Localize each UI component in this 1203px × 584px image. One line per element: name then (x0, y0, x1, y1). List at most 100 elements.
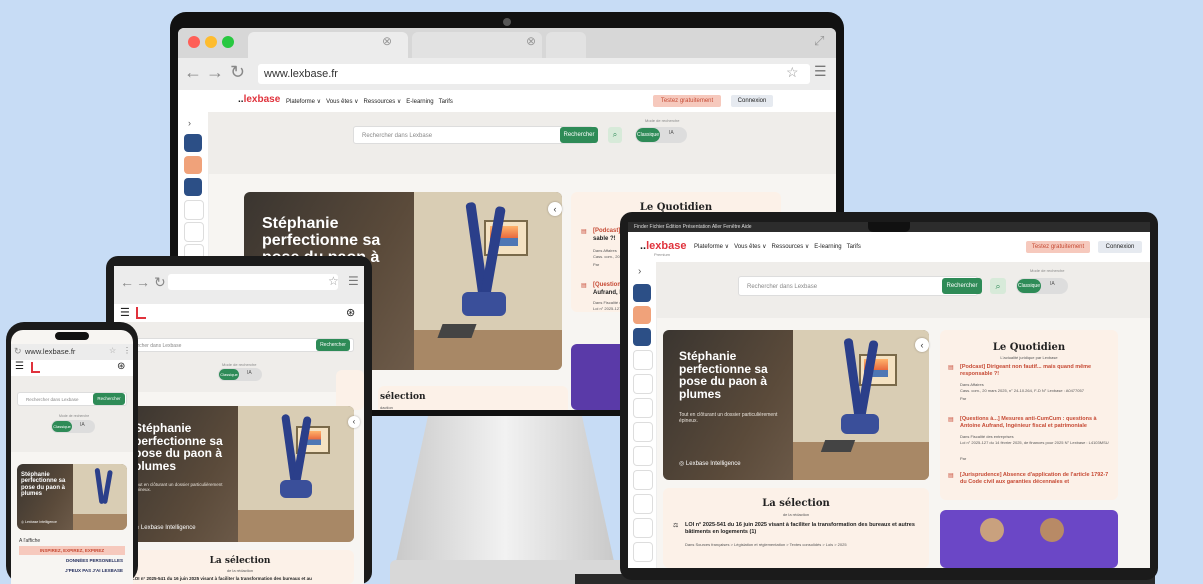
maximize-window-icon[interactable] (222, 36, 234, 48)
forward-arrow-icon[interactable]: → (136, 274, 150, 290)
book-icon[interactable] (184, 222, 204, 242)
lexbase-logo-icon[interactable] (31, 362, 40, 373)
nav-vous-etes[interactable]: Vous êtes ∨ (326, 99, 358, 105)
address-bar[interactable]: www.lexbase.fr (258, 64, 810, 84)
nav-ressources[interactable]: Ressources ∨ (364, 99, 402, 105)
bookmark-star-icon[interactable]: ☆ (328, 274, 339, 288)
menu-icon[interactable]: ☰ (814, 63, 827, 80)
mode-ia[interactable]: IA (1050, 281, 1055, 287)
scale-icon[interactable] (633, 542, 653, 562)
calculator-icon[interactable] (633, 470, 653, 490)
nav-ressources[interactable]: Ressources ∨ (772, 244, 810, 250)
nav-elearning[interactable]: E-learning (406, 99, 433, 105)
video-thumbnail[interactable] (940, 510, 1118, 568)
search-mode-toggle[interactable]: Classique IA (1016, 278, 1068, 294)
login-button[interactable]: Connexion (1098, 241, 1142, 253)
play-icon[interactable] (633, 518, 653, 538)
nav-vous-etes[interactable]: Vous êtes ∨ (734, 244, 766, 250)
document-icon[interactable] (633, 422, 653, 442)
quotidien-item-title-cont[interactable]: sable ?! (593, 236, 616, 242)
back-arrow-icon[interactable]: ← (184, 62, 202, 83)
fullscreen-icon[interactable]: ⤢ (814, 33, 824, 49)
user-icon[interactable]: ⊛ (117, 361, 125, 372)
address-bar[interactable] (168, 274, 338, 290)
login-button[interactable]: Connexion (731, 95, 773, 107)
lexbase-logo[interactable]: ..lexbase (640, 240, 687, 252)
nav-plateforme[interactable]: Plateforme ∨ (286, 99, 321, 105)
nav-tarifs[interactable]: Tarifs (847, 244, 861, 250)
jpeux-pas-link[interactable]: J'PEUX PAS J'AI LEXBASE (19, 568, 123, 573)
target-icon[interactable] (184, 134, 202, 152)
nav-tarifs[interactable]: Tarifs (439, 99, 453, 105)
nav-elearning[interactable]: E-learning (814, 244, 841, 250)
browser-tab[interactable] (412, 32, 542, 58)
inspirez-cta-button[interactable]: INSPIREZ, EXPIREZ, EXPIREZ (19, 546, 125, 555)
grid-icon[interactable] (633, 494, 653, 514)
selection-item-title[interactable]: LOI n° 2025-541 du 16 juin 2025 visant à… (132, 576, 350, 581)
back-arrow-icon[interactable]: ← (120, 274, 134, 290)
search-mode-toggle[interactable]: Classique IA (218, 368, 262, 381)
reload-icon[interactable]: ↻ (230, 62, 245, 83)
close-tab-icon[interactable]: ⊗ (526, 34, 536, 48)
hamburger-icon[interactable]: ☰ (120, 306, 130, 319)
close-window-icon[interactable] (188, 36, 200, 48)
search-button[interactable]: Rechercher (942, 278, 982, 294)
search-button[interactable]: Rechercher (316, 339, 350, 351)
close-tab-icon[interactable]: ⊗ (382, 34, 392, 48)
new-tab-button[interactable] (546, 32, 586, 58)
lexbase-logo[interactable]: ..lexbase (238, 94, 280, 105)
hero-banner[interactable]: Stéphanie perfectionne sa pose du paon à… (663, 330, 929, 480)
carousel-prev-button[interactable]: ‹ (548, 202, 562, 216)
bookmark-star-icon[interactable]: ☆ (109, 346, 116, 355)
target-icon[interactable] (633, 284, 651, 302)
address-bar[interactable]: www.lexbase.fr (25, 347, 75, 356)
menu-icon[interactable]: ☰ (348, 274, 359, 288)
bookmark-star-icon[interactable]: ☆ (786, 64, 799, 81)
user-icon[interactable]: ⊛ (346, 306, 355, 319)
magnifier-icon[interactable]: ⌕ (608, 127, 622, 143)
quotidien-item-title[interactable]: [Jurisprudence] Absence d'application de… (960, 472, 1110, 486)
mode-ia[interactable]: IA (247, 370, 252, 376)
mode-classique[interactable]: Classique (219, 369, 239, 380)
search-button[interactable]: Rechercher (560, 127, 598, 143)
book-icon[interactable] (633, 374, 653, 394)
pen-icon[interactable] (184, 200, 204, 220)
reload-icon[interactable]: ↻ (154, 274, 166, 291)
search-button[interactable]: Rechercher (93, 393, 125, 405)
magnifier-icon[interactable]: ⌕ (990, 278, 1006, 294)
search-input[interactable]: Rechercher dans Lexbase (353, 126, 593, 144)
forward-arrow-icon[interactable]: → (206, 62, 224, 83)
try-free-button[interactable]: Testez gratuitement (653, 95, 721, 107)
minimize-window-icon[interactable] (205, 36, 217, 48)
more-icon[interactable]: ⋮ (123, 346, 131, 355)
news-icon[interactable] (633, 398, 653, 418)
carousel-prev-button[interactable]: ‹ (348, 416, 360, 428)
selection-item-title[interactable]: LOI n° 2025-541 du 16 juin 2025 visant à… (685, 522, 921, 536)
pen-icon[interactable] (633, 446, 653, 466)
search-mode-toggle[interactable]: Classique IA (51, 420, 95, 433)
mode-ia[interactable]: IA (669, 130, 674, 136)
target-icon[interactable] (184, 156, 202, 174)
pen-icon[interactable] (633, 350, 653, 370)
carousel-prev-button[interactable]: ‹ (915, 338, 929, 352)
target-icon[interactable] (633, 306, 651, 324)
mode-ia[interactable]: IA (80, 422, 85, 428)
reload-icon[interactable]: ↻ (14, 346, 22, 357)
chevron-right-icon[interactable]: › (188, 118, 191, 128)
donnees-personnelles-link[interactable]: DONNÉES PERSONELLES (19, 558, 123, 563)
hero-banner[interactable]: Stéphanie perfectionne sa pose du paon à… (126, 406, 354, 542)
hamburger-icon[interactable]: ☰ (15, 361, 24, 372)
chevron-right-icon[interactable]: › (638, 266, 641, 277)
crop-icon[interactable] (184, 178, 202, 196)
quotidien-item-title[interactable]: [Questions à...] Mesures anti-CumCum : q… (960, 416, 1110, 430)
mode-classique[interactable]: Classique (636, 128, 660, 142)
nav-plateforme[interactable]: Plateforme ∨ (694, 244, 729, 250)
hero-banner[interactable]: Stéphanie perfectionne sa pose du paon à… (17, 464, 127, 530)
mode-classique[interactable]: Classique (1017, 279, 1041, 293)
lexbase-logo-icon[interactable] (136, 307, 146, 319)
try-free-button[interactable]: Testez gratuitement (1026, 241, 1090, 253)
quotidien-item-title[interactable]: [Podcast] Dirigeant non fautif... mais q… (960, 364, 1110, 378)
crop-icon[interactable] (633, 328, 651, 346)
mode-classique[interactable]: Classique (52, 421, 72, 432)
search-mode-toggle[interactable]: Classique IA (635, 127, 687, 143)
